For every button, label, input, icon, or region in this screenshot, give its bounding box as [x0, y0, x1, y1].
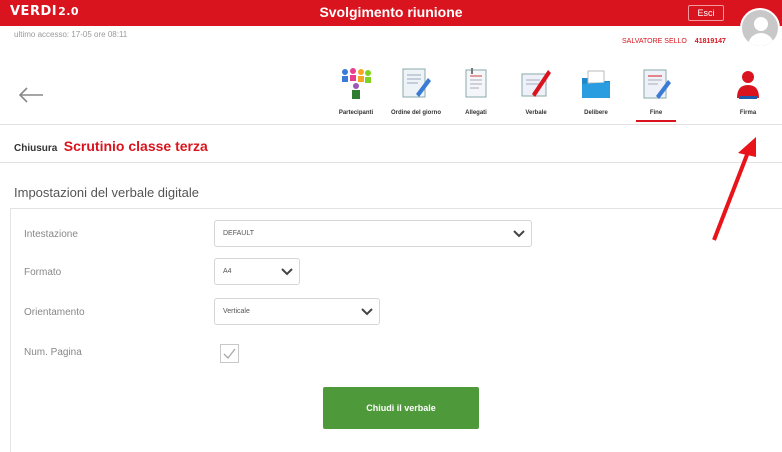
agenda-icon — [402, 68, 431, 98]
meeting-toolbar: Partecipanti Ordine del giorno Allegati … — [326, 60, 778, 122]
user-info: SALVATORE SELLO 41819147 — [622, 38, 726, 45]
folder-icon — [582, 70, 610, 98]
tab-partecipanti[interactable]: Partecipanti — [326, 60, 386, 122]
orientamento-select[interactable]: Verticale — [214, 298, 380, 325]
section-title: Impostazioni del verbale digitale — [14, 185, 199, 200]
tab-verbale[interactable]: Verbale — [506, 60, 566, 122]
user-name: SALVATORE SELLO — [622, 38, 687, 45]
num-pagina-checkbox[interactable] — [220, 344, 239, 363]
intestazione-select[interactable]: DEFAULT — [214, 220, 532, 247]
breadcrumb-title: Scrutinio classe terza — [63, 138, 208, 154]
checkmark-icon — [223, 348, 236, 360]
orientamento-value: Verticale — [223, 308, 250, 315]
minutes-icon — [521, 70, 551, 97]
formato-select[interactable]: A4 — [214, 258, 300, 285]
last-access-text: ultimo accesso: 17-05 ore 08:11 — [14, 30, 128, 39]
logout-button[interactable]: Esci — [688, 5, 724, 21]
breadcrumb: Chiusura Scrutinio classe terza — [14, 138, 208, 156]
tab-allegati[interactable]: Allegati — [446, 60, 506, 122]
top-bar: VERDI2.0 Svolgimento riunione Esci — [0, 0, 782, 26]
tab-delibere[interactable]: Delibere — [566, 60, 626, 122]
orientamento-label: Orientamento — [24, 307, 85, 318]
close-minutes-button[interactable]: Chiudi il verbale — [323, 387, 479, 429]
sign-icon — [737, 71, 759, 99]
formato-label: Formato — [24, 267, 62, 278]
active-tab-indicator — [636, 120, 676, 122]
annotation-arrow-icon — [712, 137, 756, 241]
divider — [0, 124, 782, 125]
tab-fine[interactable]: Fine — [626, 60, 686, 122]
avatar[interactable] — [740, 8, 780, 48]
divider — [0, 162, 782, 163]
tab-ordine-del-giorno[interactable]: Ordine del giorno — [386, 60, 446, 122]
back-arrow-icon[interactable] — [18, 86, 44, 104]
intestazione-label: Intestazione — [24, 229, 78, 240]
breadcrumb-prefix: Chiusura — [14, 143, 58, 154]
chevron-down-icon — [513, 230, 525, 238]
user-code: 41819147 — [694, 38, 726, 45]
formato-value: A4 — [223, 268, 232, 275]
people-icon — [342, 68, 371, 99]
page-title: Svolgimento riunione — [319, 4, 463, 20]
attachment-icon — [465, 68, 487, 98]
tab-firma[interactable]: Firma — [718, 60, 778, 122]
num-pagina-label: Num. Pagina — [24, 347, 82, 358]
chevron-down-icon — [281, 268, 293, 276]
intestazione-value: DEFAULT — [223, 230, 254, 237]
end-icon — [643, 69, 671, 99]
chevron-down-icon — [361, 308, 373, 316]
